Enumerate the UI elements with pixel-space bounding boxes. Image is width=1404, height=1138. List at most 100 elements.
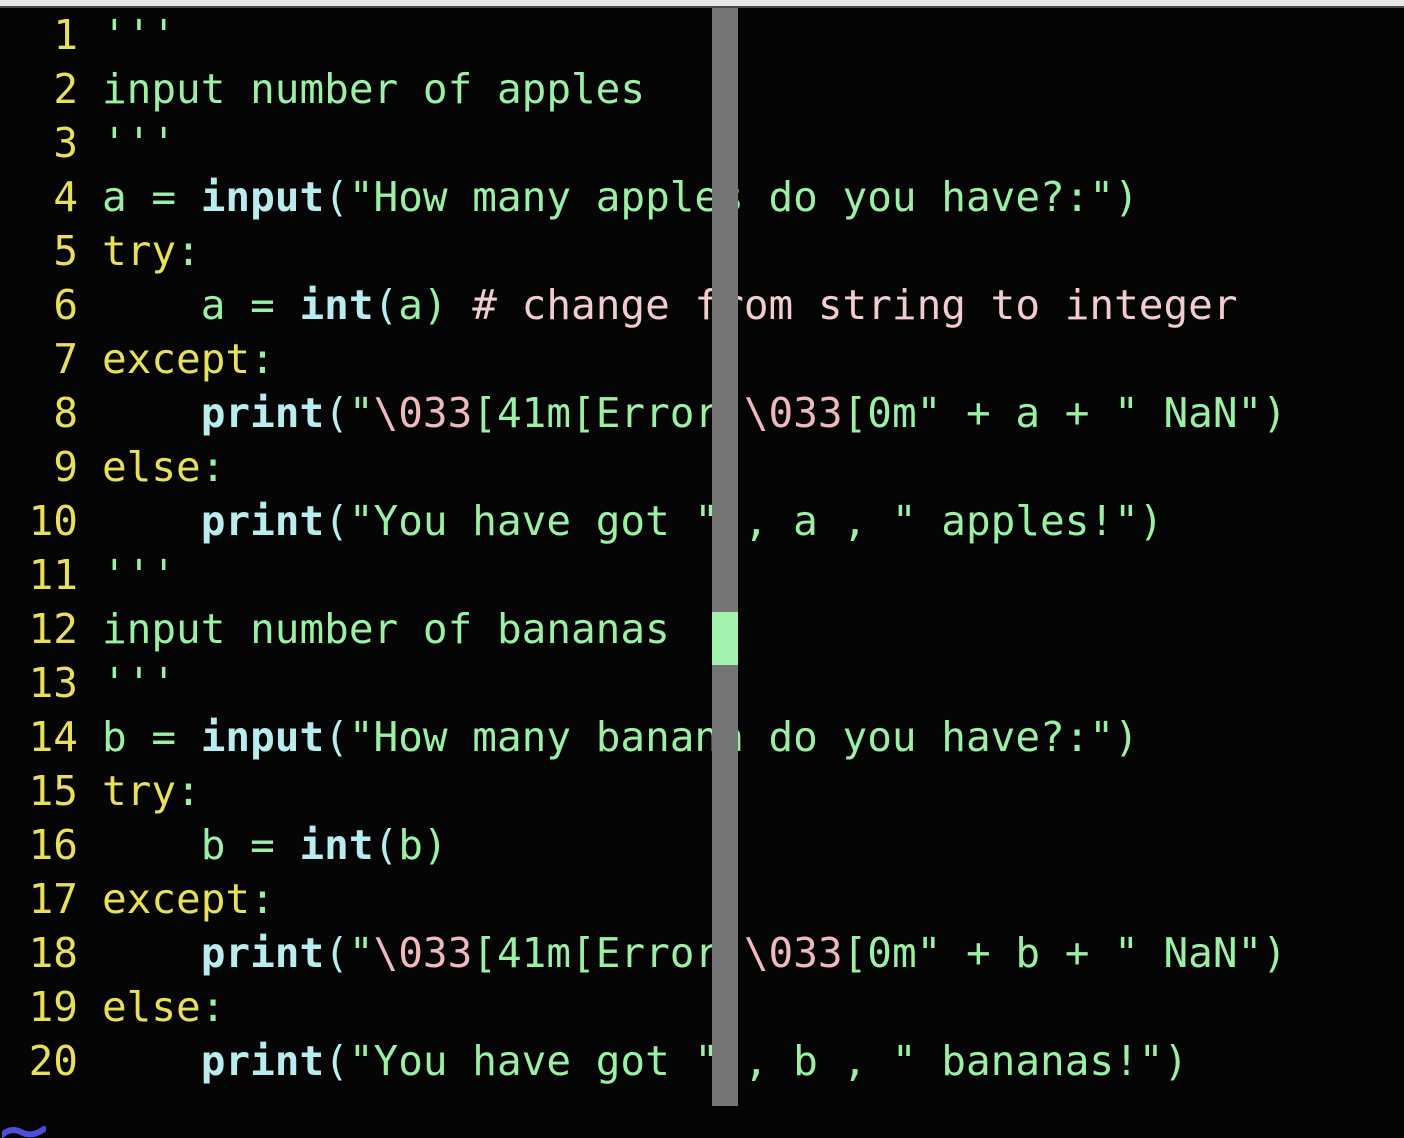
line-number: 14 [28, 713, 78, 761]
code-token: ) [1114, 173, 1139, 221]
line-number: 12 [28, 605, 78, 653]
line-number: 1 [53, 11, 78, 59]
code-line-text[interactable]: print("\033[41m[Error]\033[0m" + b + " N… [78, 926, 1287, 980]
code-line[interactable]: 14 b = input("How many banana do you have… [0, 710, 1404, 764]
code-line-text[interactable]: print("\033[41m[Error]\033[0m" + a + " N… [78, 386, 1287, 440]
code-line[interactable]: 18 print("\033[41m[Error]\033[0m" + b + … [0, 926, 1404, 980]
code-line[interactable]: 17 except: [0, 872, 1404, 926]
code-token: print [200, 1037, 325, 1085]
code-line-text[interactable]: else: [78, 440, 225, 494]
code-token: ( [373, 821, 399, 869]
code-line-text[interactable]: try: [78, 224, 201, 278]
code-token: # change from string to integer [472, 281, 1238, 329]
code-line-text[interactable]: ''' [78, 656, 176, 710]
code-token: , a , [719, 497, 892, 545]
code-token: : [250, 875, 275, 923]
code-line[interactable]: 3 ''' [0, 116, 1404, 170]
code-line[interactable]: 6 a = int(a) # change from string to int… [0, 278, 1404, 332]
code-token: "You have got " [348, 497, 720, 545]
line-number: 20 [28, 1037, 78, 1085]
code-line-text[interactable]: ''' [78, 116, 176, 170]
code-token: [0m" [842, 389, 942, 437]
code-token: a = [102, 173, 201, 221]
line-number: 8 [53, 389, 78, 437]
line-number: 4 [53, 173, 78, 221]
code-token: \033 [373, 929, 473, 977]
line-number: 3 [53, 119, 78, 167]
code-token: ( [324, 389, 349, 437]
blue-wave-icon [0, 1126, 47, 1138]
code-line[interactable]: 15 try: [0, 764, 1404, 818]
code-token: : [200, 983, 226, 1031]
code-token: ( [324, 497, 349, 545]
code-line[interactable]: 8 print("\033[41m[Error]\033[0m" + a + "… [0, 386, 1404, 440]
line-number: 18 [28, 929, 78, 977]
code-line[interactable]: 20 print("You have got " , b , " bananas… [0, 1034, 1404, 1088]
code-token: ''' [102, 119, 177, 167]
code-line-text[interactable]: print("You have got " , b , " bananas!") [78, 1034, 1188, 1088]
code-token: b = [102, 713, 201, 761]
line-number: 7 [53, 335, 78, 383]
code-line[interactable]: 2 input number of apples [0, 62, 1404, 116]
vertical-scroll-overlay-bar[interactable] [712, 8, 738, 1106]
code-line[interactable]: 13 ''' [0, 656, 1404, 710]
line-number: 11 [28, 551, 78, 599]
text-caret [712, 612, 738, 665]
code-line-text[interactable]: try: [78, 764, 201, 818]
code-line-text[interactable]: ''' [78, 8, 176, 62]
code-token: + b + [941, 929, 1115, 977]
code-line[interactable]: 9 else: [0, 440, 1404, 494]
code-token: [0m" [842, 929, 942, 977]
code-token: \033 [743, 929, 843, 977]
code-token: input number of bananas [102, 605, 670, 653]
code-token: try [102, 227, 177, 275]
code-lines-container[interactable]: 1 ''' 2 input number of apples 3 ''' 4 a = inpu… [0, 8, 1404, 1138]
code-line[interactable]: 19 else: [0, 980, 1404, 1034]
code-token: [41m[Error] [472, 929, 744, 977]
code-line[interactable]: 12 input number of bananas [0, 602, 1404, 656]
code-token: print [200, 929, 325, 977]
line-number: 17 [28, 875, 78, 923]
code-token: "You have got " [348, 1037, 720, 1085]
code-token: ( [324, 173, 349, 221]
code-line-text[interactable]: print("You have got " , a , " apples!") [78, 494, 1164, 548]
code-token: try [102, 767, 177, 815]
code-line[interactable]: 16 b = int(b) [0, 818, 1404, 872]
code-token: else [102, 983, 201, 1031]
code-line[interactable]: 1 ''' [0, 8, 1404, 62]
code-token: : [250, 335, 275, 383]
code-line-text[interactable]: a = input("How many apples do you have?:… [78, 170, 1139, 224]
code-token: b [398, 821, 423, 869]
code-token: ) [422, 281, 473, 329]
code-line[interactable]: 5 try: [0, 224, 1404, 278]
code-line-text[interactable]: except: [78, 872, 275, 926]
code-token: ( [324, 1037, 349, 1085]
code-line-text[interactable]: else: [78, 980, 225, 1034]
line-number: 9 [53, 443, 78, 491]
line-number: 5 [53, 227, 78, 275]
line-number: 6 [53, 281, 78, 329]
code-line-text[interactable]: b = int(b) [78, 818, 448, 872]
code-line-text[interactable]: except: [78, 332, 275, 386]
code-token: print [200, 389, 325, 437]
code-token: , b , [719, 1037, 892, 1085]
code-token: ''' [102, 11, 177, 59]
code-line-text[interactable]: a = int(a) # change from string to integ… [78, 278, 1238, 332]
line-number: 19 [28, 983, 78, 1031]
code-token: ) [1262, 389, 1287, 437]
code-line-text[interactable]: input number of bananas [78, 602, 670, 656]
code-line-text[interactable]: ''' [78, 548, 176, 602]
code-line[interactable]: 7 except: [0, 332, 1404, 386]
code-line[interactable]: 10 print("You have got " , a , " apples!… [0, 494, 1404, 548]
code-line-text[interactable]: b = input("How many banana do you have?:… [78, 710, 1139, 764]
code-token: + a + [941, 389, 1115, 437]
code-token: except [102, 335, 251, 383]
code-line[interactable]: 4a = input("How many apples do you have?… [0, 170, 1404, 224]
line-number: 15 [28, 767, 78, 815]
code-token: print [200, 497, 325, 545]
code-token: ) [1138, 497, 1164, 545]
code-line[interactable]: 11 ''' [0, 548, 1404, 602]
code-line-text[interactable]: input number of apples [78, 62, 645, 116]
code-token: \033 [743, 389, 843, 437]
